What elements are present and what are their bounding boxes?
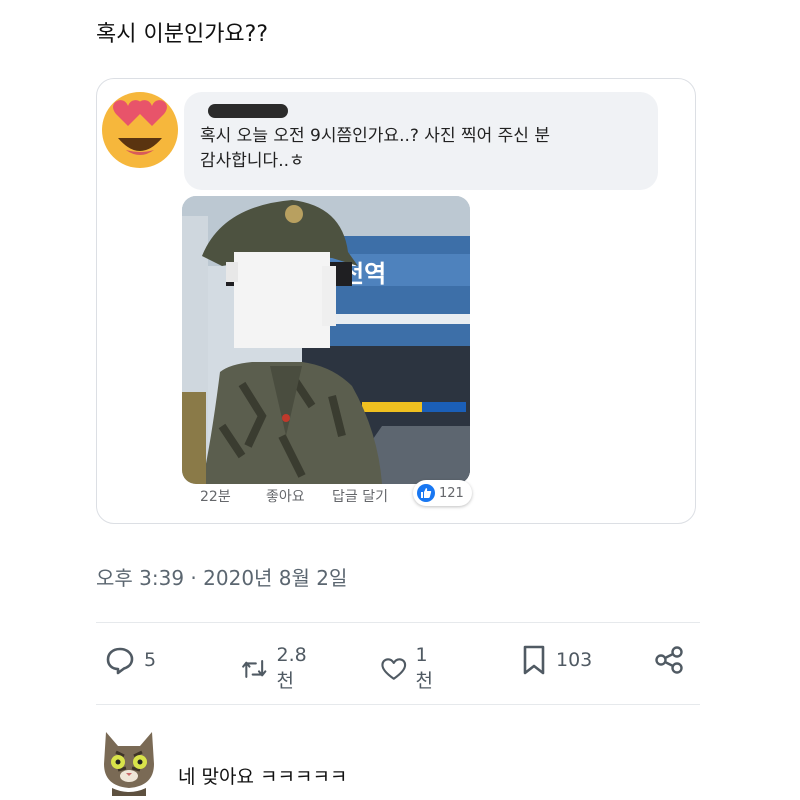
divider bbox=[96, 704, 700, 705]
reply-button[interactable]: 5 bbox=[104, 644, 156, 676]
comment-meta: 22분 좋아요 답글 달기 bbox=[200, 486, 418, 506]
share-button[interactable] bbox=[652, 644, 686, 676]
comment-text: 혹시 오늘 오전 9시쯤인가요..? 사진 찍어 주신 분 감사합니다..ㅎ bbox=[200, 126, 550, 171]
comment-like-link[interactable]: 좋아요 bbox=[266, 486, 332, 506]
bookmark-icon bbox=[523, 645, 545, 675]
like-count: 1천 bbox=[415, 644, 434, 692]
cat-avatar-icon[interactable] bbox=[98, 726, 160, 796]
retweet-icon bbox=[242, 659, 267, 678]
redacted-commenter-name bbox=[208, 104, 288, 118]
speech-bubble-icon bbox=[106, 647, 134, 675]
bookmark-button[interactable]: 103 bbox=[520, 644, 592, 676]
comment-reply-link[interactable]: 답글 달기 bbox=[332, 486, 418, 506]
comment-time: 22분 bbox=[200, 489, 231, 505]
bookmark-count: 103 bbox=[556, 649, 593, 671]
reply-count: 5 bbox=[144, 649, 157, 671]
retweet-count: 2.8천 bbox=[276, 644, 307, 692]
like-button[interactable]: 1천 bbox=[380, 644, 439, 693]
tweet-text: 혹시 이분인가요?? bbox=[96, 22, 269, 47]
comment-photo[interactable]: 전역 bbox=[182, 196, 470, 484]
reply-text: 네 맞아요 ㅋㅋㅋㅋㅋ bbox=[178, 766, 348, 788]
retweet-button[interactable]: 2.8천 bbox=[240, 644, 314, 693]
heart-eyes-emoji-icon bbox=[96, 84, 184, 172]
comment-bubble: 혹시 오늘 오전 9시쯤인가요..? 사진 찍어 주신 분 감사합니다..ㅎ bbox=[184, 92, 658, 190]
comment-like-count: 121 bbox=[439, 485, 464, 501]
tweet-timestamp[interactable]: 오후 3:39 · 2020년 8월 2일 bbox=[96, 562, 347, 591]
heart-icon bbox=[381, 657, 407, 680]
divider bbox=[96, 622, 700, 623]
thumbs-up-icon bbox=[417, 484, 435, 502]
comment-reaction-count[interactable]: 121 bbox=[413, 480, 472, 506]
share-icon bbox=[655, 646, 683, 674]
